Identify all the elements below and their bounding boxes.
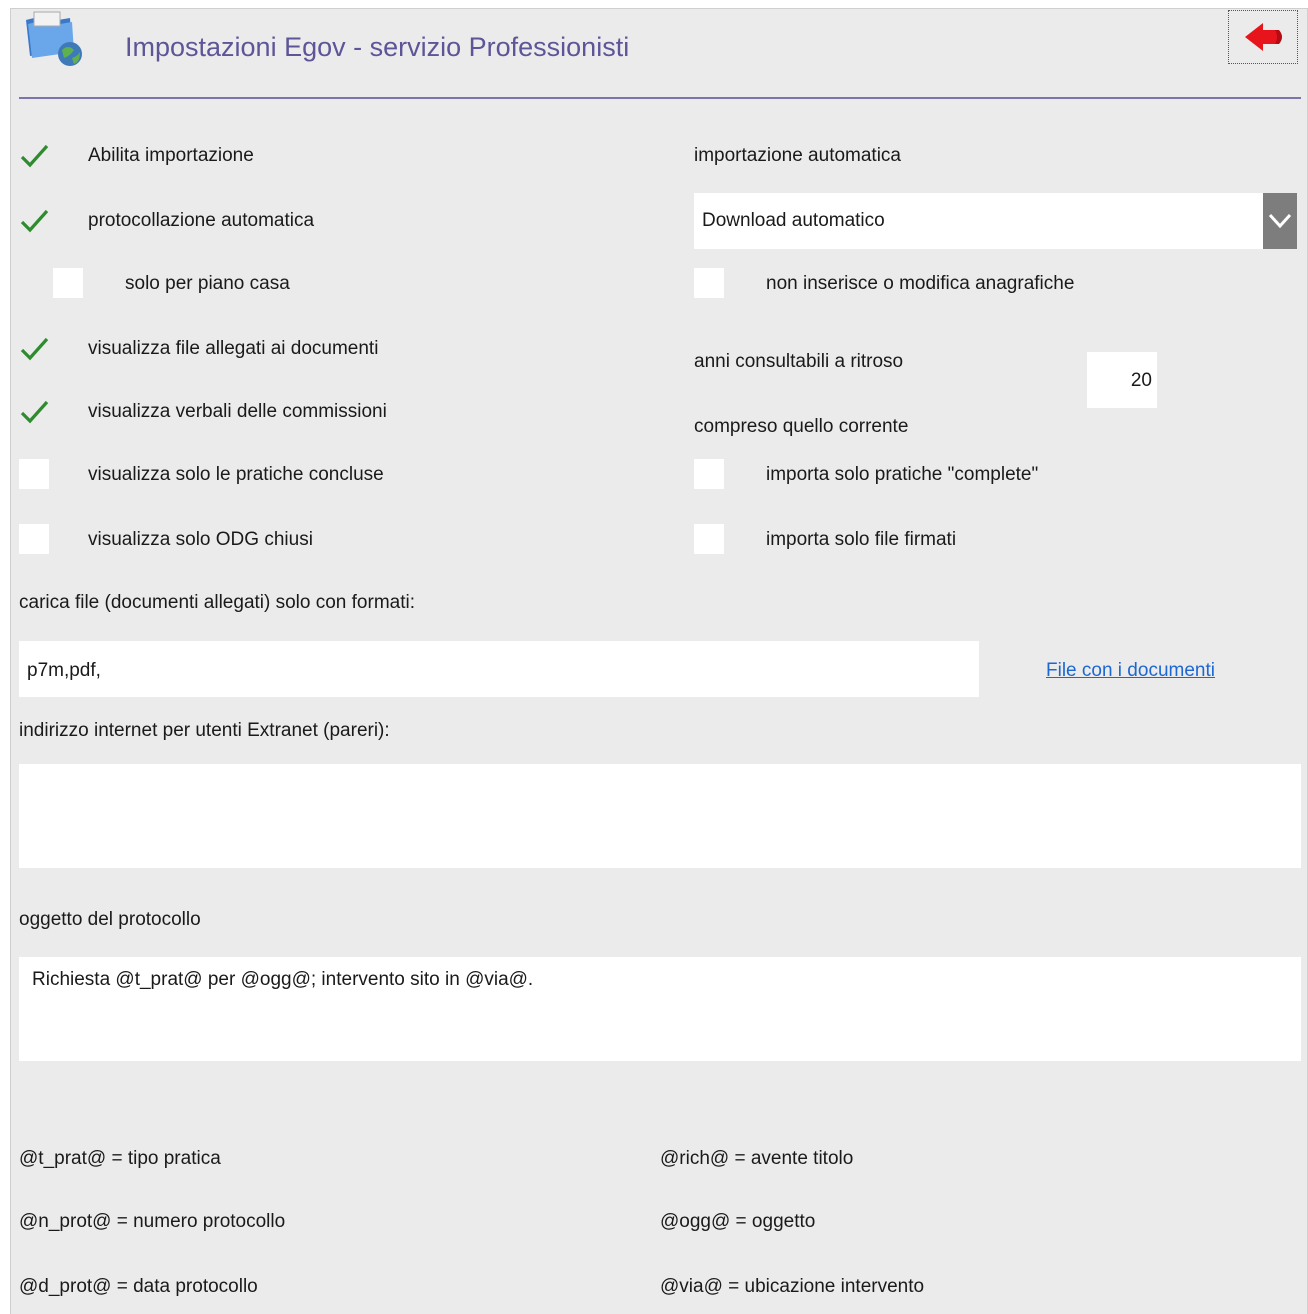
no-anagrafiche-checkbox[interactable] [694,268,724,298]
formats-input[interactable]: p7m,pdf, [19,641,979,697]
only-complete-label: importa solo pratiche "complete" [766,464,1039,485]
folder-globe-icon [24,10,86,68]
auto-protocol-checkbox[interactable] [19,205,49,235]
formats-value: p7m,pdf, [27,660,101,681]
checkmark-icon [20,400,49,424]
piano-casa-only-label: solo per piano casa [125,273,290,294]
show-minutes-label: visualizza verbali delle commissioni [88,401,387,422]
only-signed-label: importa solo file firmati [766,529,957,550]
legend-rich: @rich@ = avente titolo [660,1148,854,1169]
import-mode-value: Download automatico [702,210,885,231]
checkmark-icon [20,337,49,361]
show-closed-odg-only-label: visualizza solo ODG chiusi [88,529,313,550]
years-input[interactable]: 20 [1087,352,1157,408]
legend-n-prot: @n_prot@ = numero protocollo [19,1211,286,1232]
import-mode-label: importazione automatica [694,145,901,166]
show-concluded-only-checkbox[interactable] [19,459,49,489]
protocol-subject-label: oggetto del protocollo [19,909,201,930]
only-complete-checkbox[interactable] [694,459,724,489]
years-label: anni consultabili a ritroso [694,351,904,372]
title-divider [19,97,1301,99]
show-closed-odg-only-checkbox[interactable] [19,524,49,554]
years-value: 20 [1130,370,1152,391]
show-attachments-checkbox[interactable] [19,333,49,363]
protocol-subject-value: Richiesta @t_prat@ per @ogg@; intervento… [32,969,534,990]
import-mode-select[interactable]: Download automatico [694,193,1297,249]
extranet-input[interactable] [19,764,1301,868]
enable-import-checkbox[interactable] [19,140,49,170]
checkmark-icon [20,209,49,233]
formats-label: carica file (documenti allegati) solo co… [19,592,416,613]
no-anagrafiche-label: non inserisce o modifica anagrafiche [766,273,1075,294]
legend-t-prat: @t_prat@ = tipo pratica [19,1148,221,1169]
back-button[interactable] [1228,10,1298,64]
auto-protocol-label: protocollazione automatica [88,210,315,231]
show-minutes-checkbox[interactable] [19,396,49,426]
extranet-label: indirizzo internet per utenti Extranet (… [19,720,390,741]
show-concluded-only-label: visualizza solo le pratiche concluse [88,464,384,485]
enable-import-label: Abilita importazione [88,145,254,166]
legend-ogg: @ogg@ = oggetto [660,1211,816,1232]
legend-d-prot: @d_prot@ = data protocollo [19,1276,258,1297]
chevron-down-icon [1268,213,1292,229]
show-attachments-label: visualizza file allegati ai documenti [88,338,379,359]
red-back-arrow-icon [1245,23,1282,51]
checkmark-icon [20,144,49,168]
only-signed-checkbox[interactable] [694,524,724,554]
dropdown-button[interactable] [1263,193,1297,249]
page-title: Impostazioni Egov - servizio Professioni… [125,32,630,62]
piano-casa-only-checkbox[interactable] [53,268,83,298]
legend-via: @via@ = ubicazione intervento [660,1276,925,1297]
years-current-label: compreso quello corrente [694,416,909,437]
protocol-subject-input[interactable]: Richiesta @t_prat@ per @ogg@; intervento… [19,957,1301,1061]
documents-file-link[interactable]: File con i documenti [1046,660,1215,682]
